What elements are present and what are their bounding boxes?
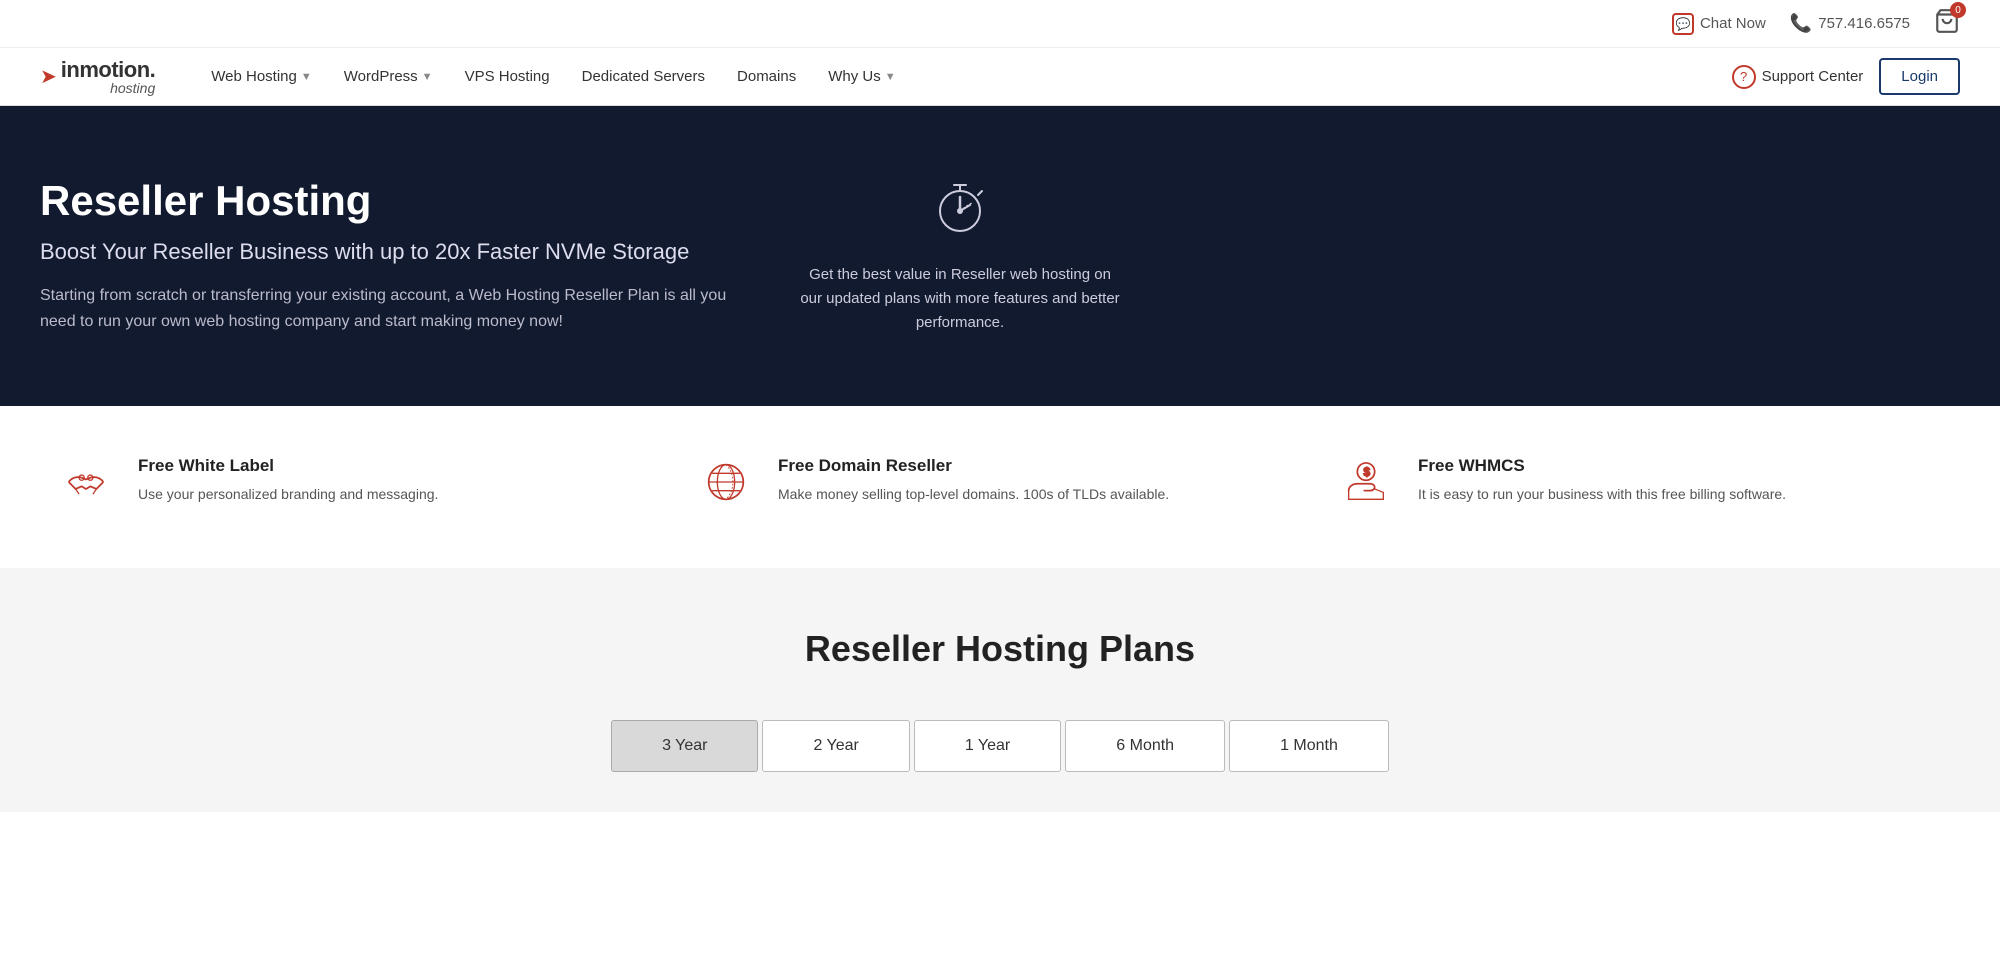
nav-domains[interactable]: Domains: [721, 60, 812, 93]
feature-white-label: Free White Label Use your personalized b…: [60, 456, 660, 518]
nav-wordpress[interactable]: WordPress ▼: [328, 60, 449, 93]
plans-section: Reseller Hosting Plans 3 Year 2 Year 1 Y…: [0, 568, 2000, 812]
phone-text: 757.416.6575: [1818, 15, 1910, 32]
features-section: Free White Label Use your personalized b…: [0, 406, 2000, 568]
handshake-icon: [60, 456, 120, 518]
top-bar: 💬 Chat Now 📞 757.416.6575 0: [0, 0, 2000, 48]
header: ➤ inmotion. hosting Web Hosting ▼ WordPr…: [0, 48, 2000, 106]
svg-text:$: $: [1363, 465, 1370, 479]
tab-6-month[interactable]: 6 Month: [1065, 720, 1225, 772]
tab-1-month[interactable]: 1 Month: [1229, 720, 1389, 772]
stopwatch-icon: [800, 177, 1120, 249]
feature-domain-reseller-title: Free Domain Reseller: [778, 456, 1169, 476]
hero-title: Reseller Hosting: [40, 177, 740, 225]
feature-domain-reseller-text: Free Domain Reseller Make money selling …: [778, 456, 1169, 518]
nav-right: ? Support Center Login: [1732, 58, 1960, 95]
cart-button[interactable]: 0: [1934, 8, 1960, 39]
cart-badge: 0: [1950, 2, 1966, 18]
logo-arrow-icon: ➤: [40, 64, 57, 89]
hero-description: Starting from scratch or transferring yo…: [40, 283, 740, 334]
nav-dedicated-servers[interactable]: Dedicated Servers: [566, 60, 721, 93]
hero-section: Reseller Hosting Boost Your Reseller Bus…: [0, 106, 2000, 406]
dollar-hand-icon: $: [1340, 456, 1400, 518]
feature-domain-reseller: Free Domain Reseller Make money selling …: [700, 456, 1300, 518]
main-nav: Web Hosting ▼ WordPress ▼ VPS Hosting De…: [195, 60, 1731, 93]
chat-icon: 💬: [1672, 13, 1694, 35]
feature-whmcs-title: Free WHMCS: [1418, 456, 1786, 476]
feature-white-label-desc: Use your personalized branding and messa…: [138, 484, 438, 505]
nav-vps-hosting[interactable]: VPS Hosting: [449, 60, 566, 93]
nav-web-hosting[interactable]: Web Hosting ▼: [195, 60, 328, 93]
globe-icon: [700, 456, 760, 518]
logo-text: inmotion. hosting: [61, 59, 155, 95]
feature-whmcs-text: Free WHMCS It is easy to run your busine…: [1418, 456, 1786, 518]
tab-1-year[interactable]: 1 Year: [914, 720, 1061, 772]
tab-2-year[interactable]: 2 Year: [762, 720, 909, 772]
hero-content: Reseller Hosting Boost Your Reseller Bus…: [40, 177, 740, 334]
logo-sub: hosting: [61, 81, 155, 95]
support-center-link[interactable]: ? Support Center: [1732, 65, 1864, 89]
support-icon: ?: [1732, 65, 1756, 89]
hero-right-panel: Get the best value in Reseller web hosti…: [800, 177, 1120, 335]
chevron-down-icon: ▼: [422, 71, 433, 83]
hero-right-text: Get the best value in Reseller web hosti…: [800, 263, 1120, 335]
nav-why-us[interactable]: Why Us ▼: [812, 60, 911, 93]
logo-brand: inmotion.: [61, 59, 155, 81]
feature-whmcs-desc: It is easy to run your business with thi…: [1418, 484, 1786, 505]
chevron-down-icon: ▼: [301, 71, 312, 83]
hero-subtitle: Boost Your Reseller Business with up to …: [40, 239, 740, 265]
feature-whmcs: $ Free WHMCS It is easy to run your busi…: [1340, 456, 1940, 518]
plans-tabs: 3 Year 2 Year 1 Year 6 Month 1 Month: [40, 720, 1960, 772]
phone-icon: 📞: [1790, 13, 1812, 34]
support-label: Support Center: [1762, 68, 1864, 85]
phone-number[interactable]: 📞 757.416.6575: [1790, 13, 1910, 34]
chat-label: Chat Now: [1700, 15, 1766, 32]
feature-domain-reseller-desc: Make money selling top-level domains. 10…: [778, 484, 1169, 505]
logo[interactable]: ➤ inmotion. hosting: [40, 59, 155, 95]
feature-white-label-title: Free White Label: [138, 456, 438, 476]
tab-3-year[interactable]: 3 Year: [611, 720, 758, 772]
login-button[interactable]: Login: [1879, 58, 1960, 95]
feature-white-label-text: Free White Label Use your personalized b…: [138, 456, 438, 518]
plans-title: Reseller Hosting Plans: [40, 628, 1960, 670]
chevron-down-icon: ▼: [885, 71, 896, 83]
chat-now-button[interactable]: 💬 Chat Now: [1672, 13, 1766, 35]
